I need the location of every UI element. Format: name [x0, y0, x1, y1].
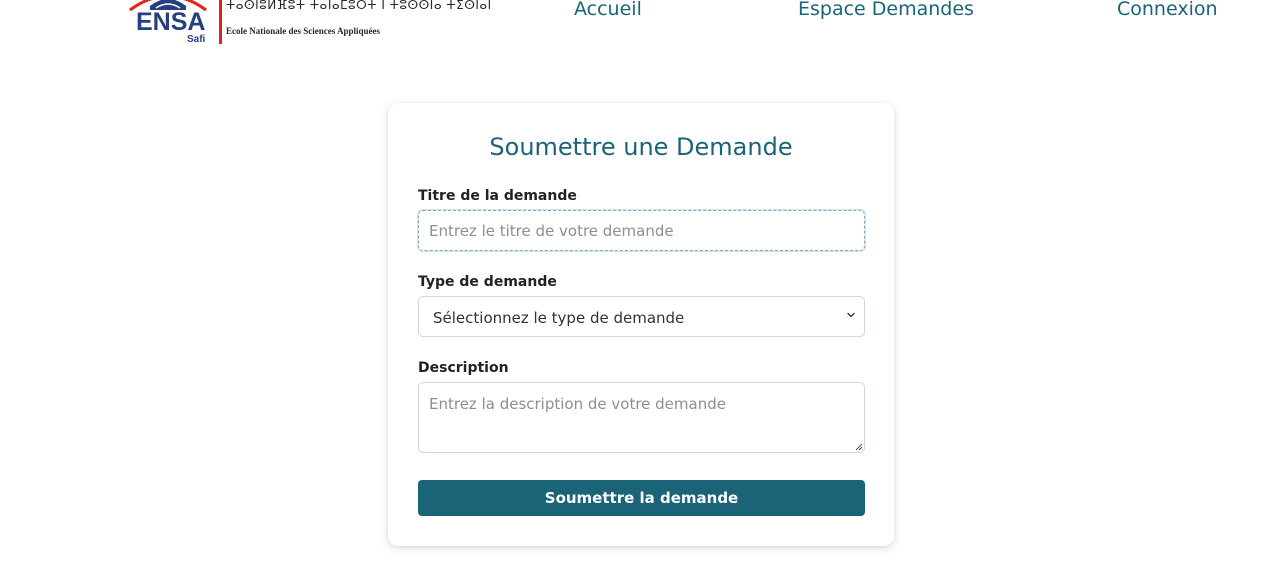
- logo-divider: [219, 0, 222, 44]
- submit-request-button[interactable]: Soumettre la demande: [418, 480, 865, 516]
- nav-link-connexion[interactable]: Connexion: [1117, 0, 1218, 20]
- ensa-logo[interactable]: ENSA Safi ⵜⴰⵙⵏⵓⵍⴼⵓⵜ ⵜⴰⵏⴰⵎⵓⵔⵜ ⵏ ⵜⵓⵙⵙⵏⴰ ⵜⵉ…: [120, 0, 491, 46]
- type-select[interactable]: Sélectionnez le type de demande: [418, 296, 865, 337]
- title-field-label: Titre de la demande: [418, 188, 577, 204]
- site-header: ENSA Safi ⵜⴰⵙⵏⵓⵍⴼⵓⵜ ⵜⴰⵏⴰⵎⵓⵔⵜ ⵏ ⵜⵓⵙⵙⵏⴰ ⵜⵉ…: [0, 0, 1280, 50]
- type-select-value: Sélectionnez le type de demande: [433, 309, 685, 327]
- type-field-label: Type de demande: [418, 274, 557, 290]
- description-textarea[interactable]: [418, 382, 865, 453]
- logo-school-name: Ecole Nationale des Sciences Appliquées: [226, 26, 381, 36]
- nav-link-accueil[interactable]: Accueil: [574, 0, 642, 20]
- logo-city-text: Safi: [187, 34, 206, 45]
- title-input[interactable]: [418, 210, 865, 251]
- form-title: Soumettre une Demande: [489, 133, 793, 161]
- resize-grip-icon[interactable]: [855, 443, 863, 451]
- logo-ensa-text: ENSA: [136, 8, 206, 36]
- description-field-label: Description: [418, 360, 509, 376]
- chevron-down-icon: [847, 312, 855, 318]
- description-wrapper: [388, 382, 894, 453]
- nav-link-espace-demandes[interactable]: Espace Demandes: [798, 0, 974, 20]
- logo-tifinagh-text: ⵜⴰⵙⵏⵓⵍⴼⵓⵜ ⵜⴰⵏⴰⵎⵓⵔⵜ ⵏ ⵜⵓⵙⵙⵏⴰ ⵜⵉⵙⵏⴰⵏ: [226, 0, 492, 12]
- request-form-card: Soumettre une Demande Titre de la demand…: [388, 103, 894, 546]
